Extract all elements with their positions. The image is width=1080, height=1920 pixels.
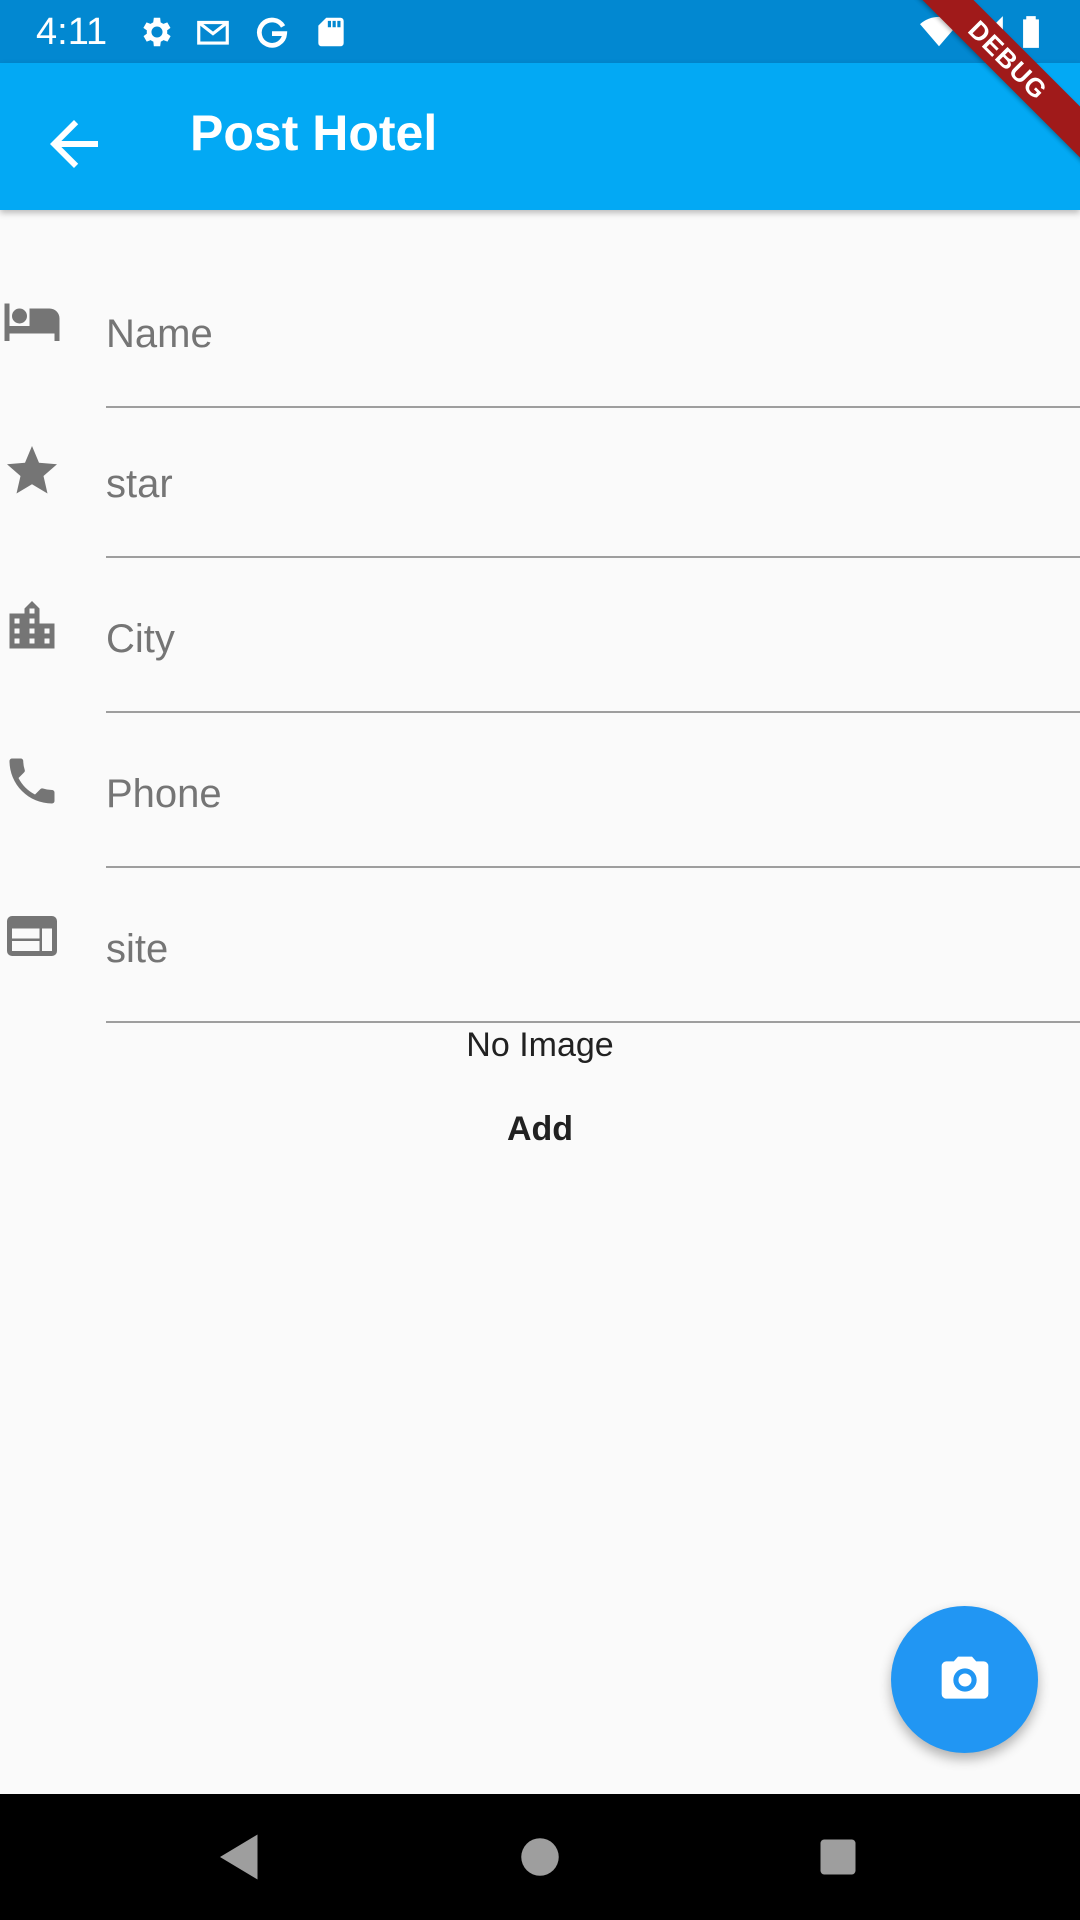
signal-icon bbox=[968, 13, 1006, 51]
camera-fab-button[interactable] bbox=[891, 1606, 1038, 1753]
battery-icon bbox=[1012, 13, 1050, 51]
city-input[interactable] bbox=[106, 558, 1080, 713]
web-icon bbox=[2, 906, 62, 966]
site-field bbox=[0, 868, 1080, 1023]
status-time: 4:11 bbox=[36, 11, 108, 53]
status-bar: 4:11 bbox=[0, 0, 1080, 63]
phone-icon bbox=[2, 751, 62, 811]
star-icon bbox=[2, 441, 62, 501]
hotel-bed-icon bbox=[2, 291, 62, 351]
star-input[interactable] bbox=[106, 403, 1080, 558]
nav-recents-button[interactable] bbox=[808, 1827, 868, 1887]
back-button[interactable] bbox=[38, 108, 110, 180]
city-field bbox=[0, 558, 1080, 713]
arrow-back-icon bbox=[50, 120, 98, 168]
page-title: Post Hotel bbox=[190, 105, 438, 161]
nav-back-button[interactable] bbox=[210, 1827, 270, 1887]
site-input[interactable] bbox=[106, 868, 1080, 1023]
system-nav-bar bbox=[0, 1794, 1080, 1920]
recents-square-icon bbox=[820, 1839, 856, 1875]
phone-field bbox=[0, 713, 1080, 868]
nav-home-button[interactable] bbox=[510, 1827, 570, 1887]
wifi-icon bbox=[920, 13, 958, 51]
name-field bbox=[0, 253, 1080, 408]
image-status-text: No Image bbox=[466, 1026, 614, 1064]
name-input[interactable] bbox=[106, 253, 1080, 408]
phone-input[interactable] bbox=[106, 713, 1080, 868]
google-icon bbox=[253, 13, 291, 51]
back-triangle-icon bbox=[220, 1834, 258, 1880]
camera-icon bbox=[941, 1656, 989, 1699]
gmail-icon bbox=[194, 13, 232, 51]
city-icon bbox=[2, 596, 62, 656]
app-bar: Post Hotel bbox=[0, 63, 1080, 210]
home-circle-icon bbox=[521, 1838, 559, 1876]
add-button[interactable]: Add bbox=[470, 1098, 610, 1160]
settings-icon bbox=[138, 13, 176, 51]
sd-card-icon bbox=[312, 13, 350, 51]
star-field bbox=[0, 403, 1080, 558]
